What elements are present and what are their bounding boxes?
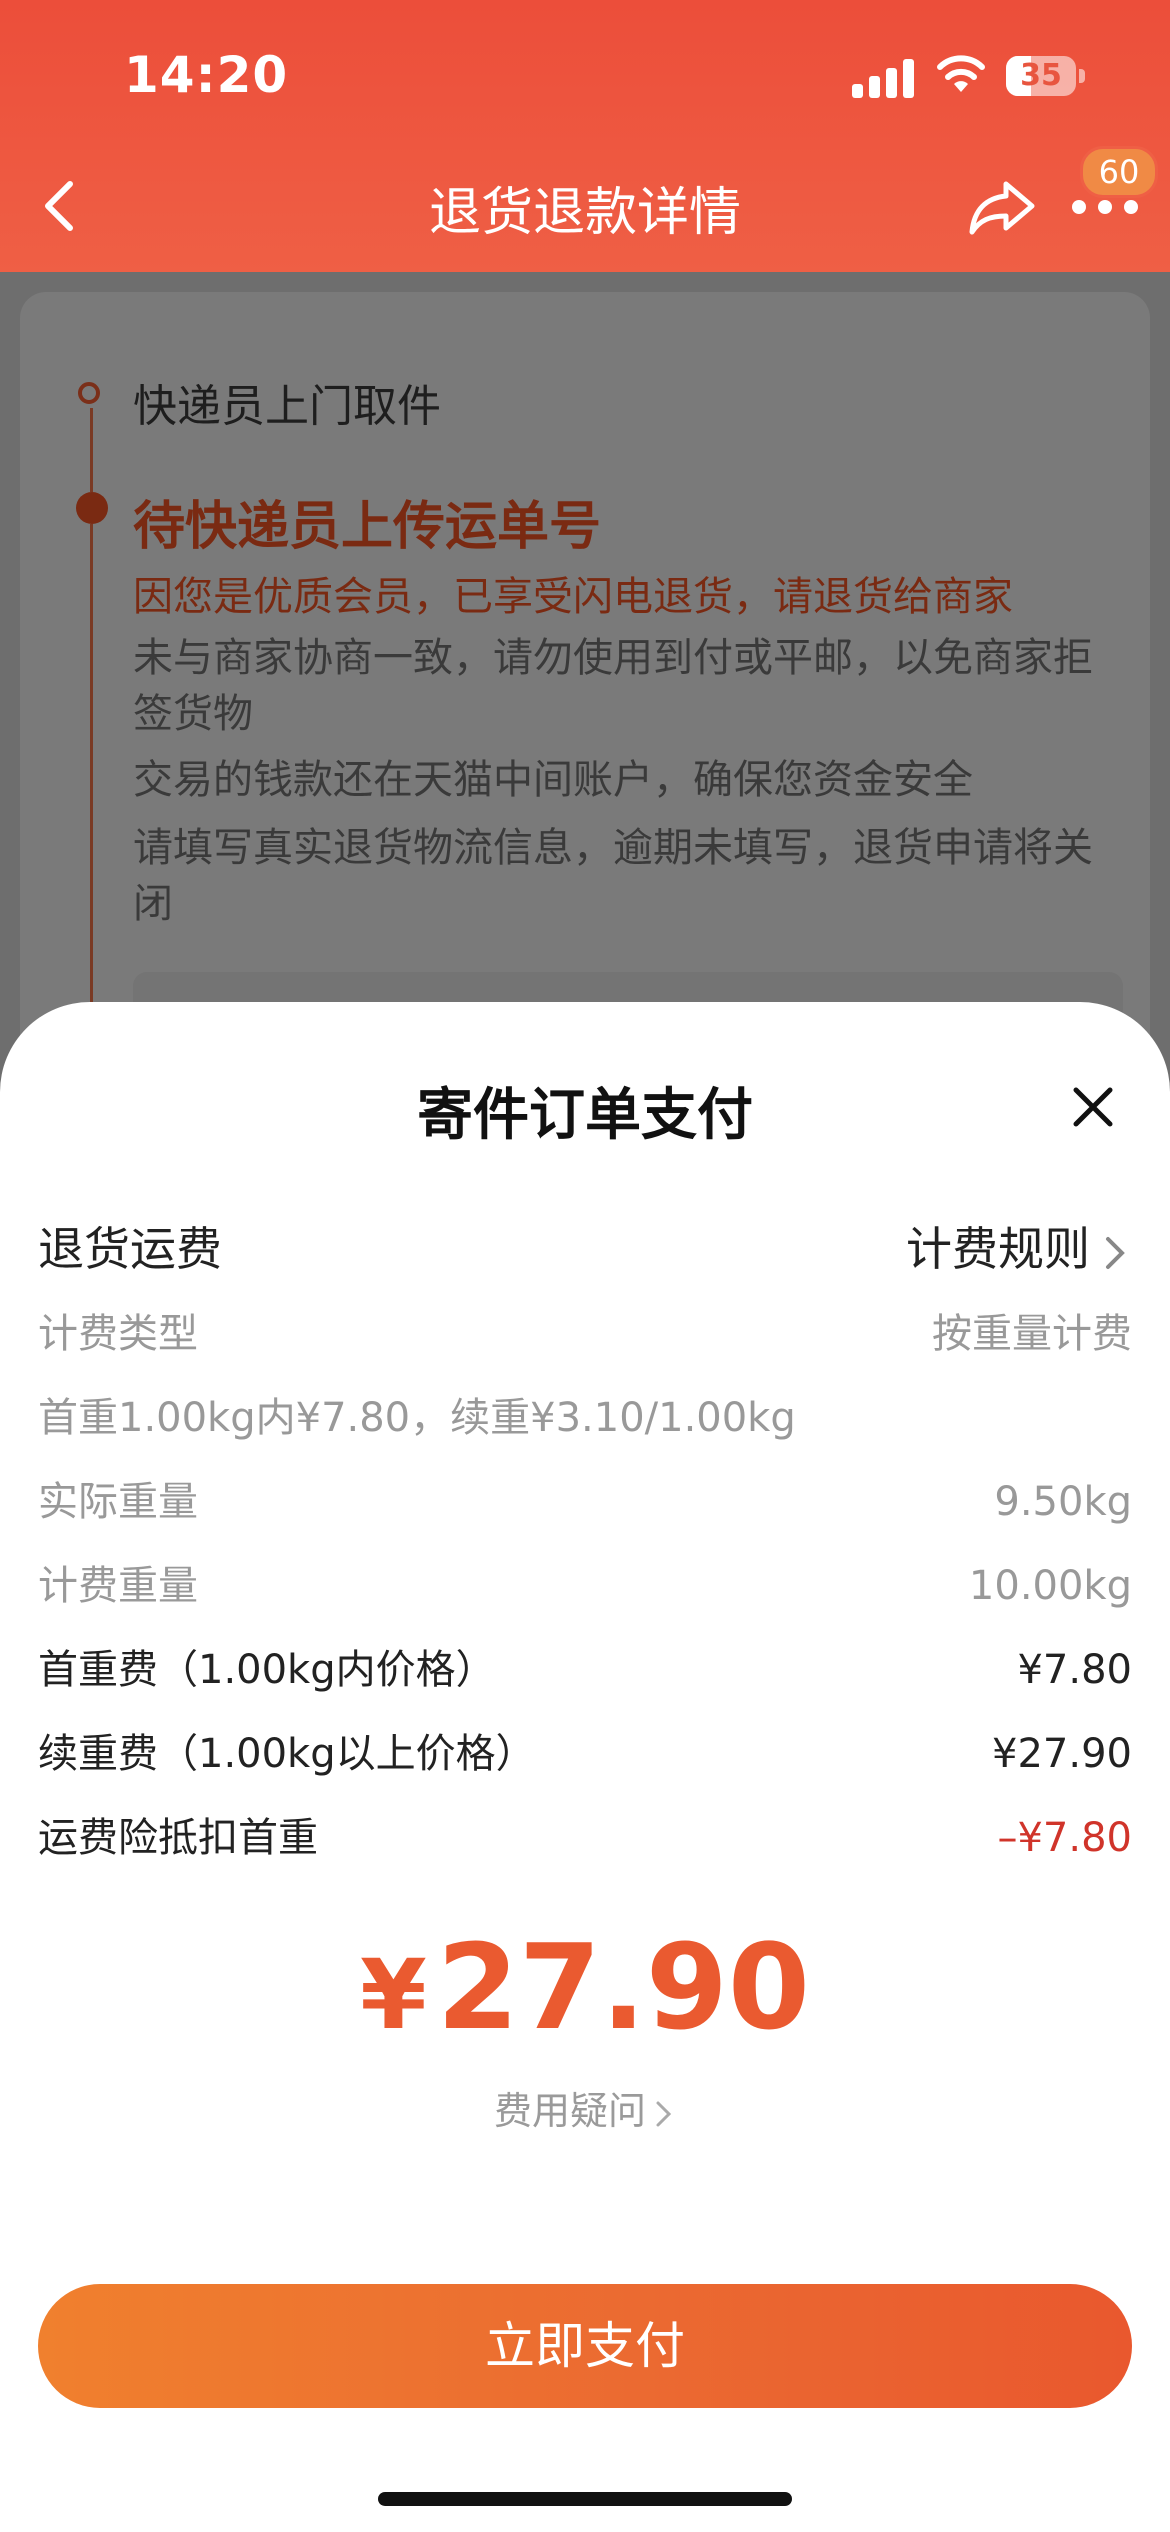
payment-sheet: 寄件订单支付 退货运费 计费规则 计费类型 按重量计费 首重1.00kg内¥7.… xyxy=(0,1002,1170,2532)
row-label: 计费重量 xyxy=(38,1563,198,1609)
row-value: –¥7.80 xyxy=(997,1815,1132,1861)
timeline-node-done xyxy=(78,382,100,404)
fee-header-row: 退货运费 计费规则 xyxy=(38,1214,1132,1284)
row-label: 续重费（1.00kg以上价格） xyxy=(38,1731,536,1777)
notice-text: 未与商家协商一致，请勿使用到付或平邮，以免商家拒签货物 xyxy=(133,635,1093,737)
row-label: 实际重量 xyxy=(38,1479,198,1525)
fee-question-link[interactable]: 费用疑问 xyxy=(0,2080,1170,2135)
row-billed-weight: 计费重量 10.00kg xyxy=(38,1556,1132,1616)
close-icon[interactable] xyxy=(1068,1082,1118,1132)
row-insurance-deduction: 运费险抵扣首重 –¥7.80 xyxy=(38,1808,1132,1868)
row-value: ¥7.80 xyxy=(1017,1647,1132,1693)
home-indicator xyxy=(378,2492,792,2506)
row-rate-description: 首重1.00kg内¥7.80，续重¥3.10/1.00kg xyxy=(38,1388,1132,1448)
row-actual-weight: 实际重量 9.50kg xyxy=(38,1472,1132,1532)
row-value: 10.00kg xyxy=(968,1563,1132,1609)
fee-question-label: 费用疑问 xyxy=(493,2089,646,2133)
member-notice: 因您是优质会员，已享受闪电退货，请退货给商家 xyxy=(133,574,1013,620)
chevron-right-icon xyxy=(1106,1236,1125,1269)
row-value: 9.50kg xyxy=(994,1479,1132,1525)
row-label: 计费类型 xyxy=(38,1311,198,1357)
top-bar: 14:20 35 退货退款详情 60 xyxy=(0,0,1170,272)
timeline-node-current xyxy=(76,492,108,524)
notice-text: 交易的钱款还在天猫中间账户，确保您资金安全 xyxy=(133,757,973,803)
fee-label: 退货运费 xyxy=(38,1222,222,1276)
rules-link[interactable]: 计费规则 xyxy=(906,1214,1132,1284)
total-value: 27.90 xyxy=(436,1918,811,2056)
row-label: 运费险抵扣首重 xyxy=(38,1815,318,1861)
cellular-signal-icon xyxy=(852,58,916,98)
pay-now-button[interactable]: 立即支付 xyxy=(38,2284,1132,2408)
notice-text: 请填写真实退货物流信息，逾期未填写，退货申请将关闭 xyxy=(133,825,1093,927)
row-first-weight-fee: 首重费（1.00kg内价格） ¥7.80 xyxy=(38,1640,1132,1700)
currency-symbol: ¥ xyxy=(359,1939,427,2051)
total-amount: ¥27.90 xyxy=(0,1917,1170,2065)
row-label: 首重费（1.00kg内价格） xyxy=(38,1647,496,1693)
message-badge: 60 xyxy=(1080,146,1158,198)
rules-link-label: 计费规则 xyxy=(906,1222,1090,1276)
row-value: ¥27.90 xyxy=(992,1731,1132,1777)
share-icon[interactable] xyxy=(966,174,1038,238)
battery-percent: 35 xyxy=(1020,58,1062,93)
chevron-right-icon xyxy=(656,2101,672,2126)
battery-icon: 35 xyxy=(1006,56,1086,96)
row-additional-weight-fee: 续重费（1.00kg以上价格） ¥27.90 xyxy=(38,1724,1132,1784)
row-label: 首重1.00kg内¥7.80，续重¥3.10/1.00kg xyxy=(38,1395,796,1441)
wifi-icon xyxy=(937,55,985,92)
sheet-title: 寄件订单支付 xyxy=(417,1083,753,1148)
row-billing-type: 计费类型 按重量计费 xyxy=(38,1304,1132,1364)
timeline-line xyxy=(90,408,93,492)
row-value: 按重量计费 xyxy=(932,1311,1132,1357)
status-time: 14:20 xyxy=(124,46,289,104)
step-waiting-tracking: 待快递员上传运单号 xyxy=(133,497,602,557)
step-pickup: 快递员上门取件 xyxy=(133,381,441,432)
